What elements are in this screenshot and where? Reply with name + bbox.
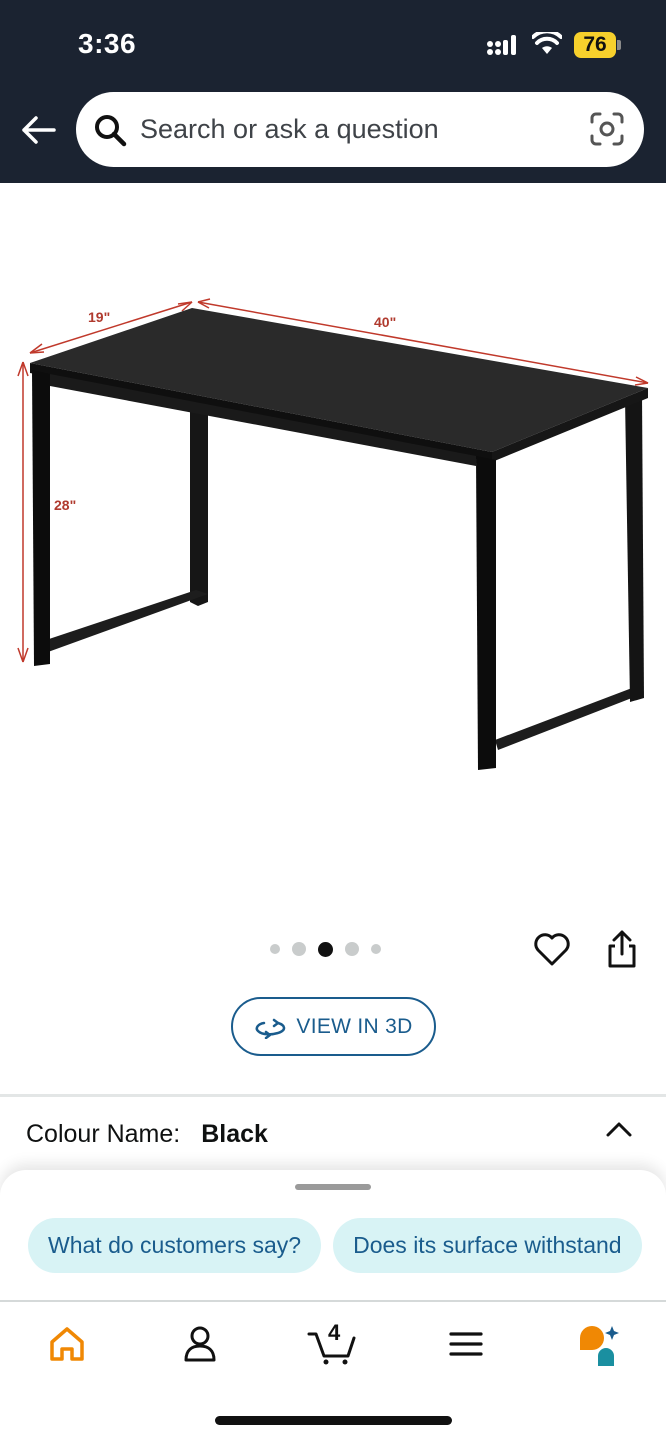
cart-button[interactable]: 4 bbox=[306, 1320, 358, 1366]
section-divider bbox=[0, 1094, 666, 1097]
battery-indicator: 76 bbox=[574, 32, 622, 58]
colour-value: Black bbox=[201, 1120, 268, 1148]
carousel-indicator[interactable] bbox=[270, 940, 381, 958]
account-icon[interactable] bbox=[178, 1322, 222, 1366]
rotate-3d-icon bbox=[255, 1018, 286, 1039]
search-icon bbox=[95, 115, 127, 147]
suggestion-chip[interactable]: Does its surface withstand bbox=[333, 1218, 642, 1273]
carousel-dot[interactable] bbox=[292, 942, 306, 956]
top-header: 3:36 76 Search or ask a question bbox=[0, 0, 666, 183]
product-image[interactable]: 19" 40" 28" bbox=[0, 290, 666, 780]
carousel-dot[interactable] bbox=[270, 944, 280, 954]
height-label: 28" bbox=[54, 497, 76, 513]
desk-illustration bbox=[30, 308, 648, 770]
cart-count: 4 bbox=[328, 1320, 341, 1345]
search-input[interactable]: Search or ask a question bbox=[140, 114, 439, 145]
view-in-3d-label: VIEW IN 3D bbox=[296, 1014, 413, 1038]
battery-level: 76 bbox=[583, 33, 607, 56]
home-indicator bbox=[215, 1416, 452, 1425]
suggestion-chips: What do customers say? Does its surface … bbox=[28, 1218, 642, 1273]
carousel-dot-active[interactable] bbox=[318, 941, 333, 957]
wifi-icon bbox=[532, 32, 562, 54]
back-button[interactable] bbox=[18, 110, 58, 150]
chevron-up-icon[interactable] bbox=[604, 1117, 634, 1141]
suggestion-chip[interactable]: What do customers say? bbox=[28, 1218, 322, 1273]
colour-label: Colour Name: bbox=[26, 1120, 181, 1148]
cellular-signal-icon bbox=[487, 35, 516, 55]
search-bar[interactable]: Search or ask a question bbox=[76, 92, 644, 167]
arrow-left-icon bbox=[22, 116, 56, 144]
sheet-drag-handle[interactable] bbox=[295, 1184, 371, 1190]
status-time: 3:36 bbox=[78, 28, 137, 59]
carousel-dot[interactable] bbox=[371, 944, 381, 954]
home-icon[interactable] bbox=[45, 1322, 89, 1366]
menu-icon[interactable] bbox=[444, 1322, 488, 1366]
heart-icon[interactable] bbox=[532, 929, 572, 969]
rufus-assistant-icon[interactable] bbox=[576, 1322, 620, 1366]
width-label: 40" bbox=[374, 314, 396, 330]
camera-scan-icon[interactable] bbox=[588, 110, 626, 148]
share-icon[interactable] bbox=[602, 928, 642, 970]
carousel-dot[interactable] bbox=[345, 942, 359, 956]
depth-label: 19" bbox=[88, 309, 110, 325]
colour-selector[interactable]: Colour Name: Black bbox=[26, 1120, 268, 1149]
view-in-3d-button[interactable]: VIEW IN 3D bbox=[231, 997, 436, 1056]
